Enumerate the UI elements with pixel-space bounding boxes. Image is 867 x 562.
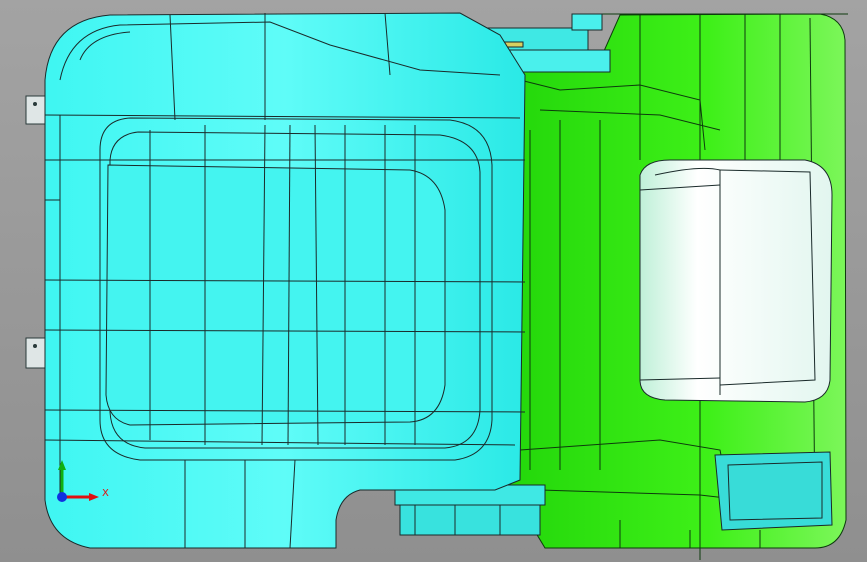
x-axis-label: X: [102, 488, 109, 499]
hinge-bottom: [394, 484, 546, 536]
left-bracket-top: [25, 95, 47, 125]
left-bracket-bottom: [25, 337, 47, 369]
back-pad[interactable]: [639, 159, 833, 403]
seat-cushion-cyan[interactable]: [44, 12, 526, 549]
seat-model[interactable]: [0, 0, 867, 562]
graphics-viewport[interactable]: X: [0, 0, 867, 562]
back-pocket: [714, 451, 833, 531]
z-axis-dot: [57, 492, 67, 502]
